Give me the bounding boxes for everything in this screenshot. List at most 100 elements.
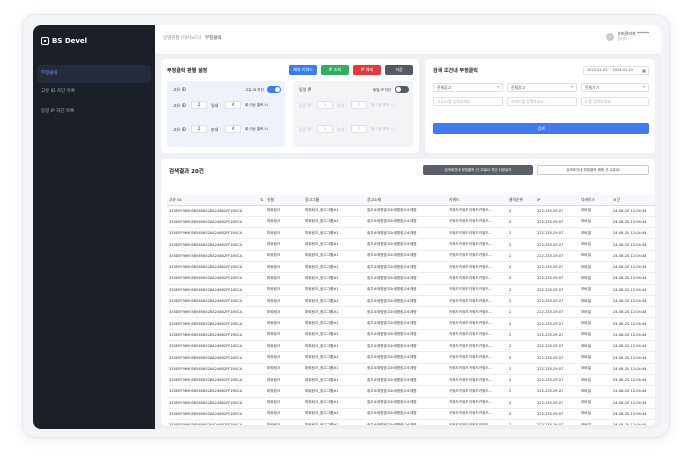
table-row[interactable]: 330EEF9890585656528A24682FF165CA파워링크파워링크… xyxy=(167,272,655,285)
table-cell: 파워링크 xyxy=(265,408,303,421)
logo[interactable]: BS Devel xyxy=(41,37,87,45)
table-cell: 키워드키워드키워드키워드... xyxy=(447,397,507,409)
table-row[interactable]: 330EEF9890585656528A24682FF165CA파워링크파워링크… xyxy=(167,306,655,319)
settings-title: 부정클릭 판별 설정 xyxy=(167,68,208,74)
table-row[interactable]: 330EEF9890585656528A24682FF165CA파워링크파워링크… xyxy=(167,227,655,240)
column-header[interactable]: 키워드 xyxy=(447,195,507,206)
sidebar-item-fraud-click[interactable]: 부정클릭 xyxy=(37,65,151,83)
bulk-block-download-button[interactable]: 검색조건내 부정클릭 선 고유ID 차단 다운로드 xyxy=(423,165,533,175)
table-row[interactable]: 330EEF9890585656528A24682FF165CA파워링크파워링크… xyxy=(167,385,655,398)
table-row[interactable]: 330EEF9890585656528A24682FF165CA파워링크파워링크… xyxy=(167,374,655,387)
device-select[interactable]: 전체기기 ▾ xyxy=(581,83,649,92)
table-cell: 24-08-20 12:04:44 xyxy=(611,261,655,274)
table-cell: 모바일 xyxy=(579,385,611,398)
ad-type-select[interactable]: 전체광고 ▾ xyxy=(433,83,503,92)
table-row[interactable]: 330EEF9890585656528A24682FF165CA파워링크파워링크… xyxy=(167,205,655,217)
same-ip-row2-times[interactable]: 4 xyxy=(351,125,367,133)
same-ip-row1-suffix: 회 이상 클릭 시 xyxy=(371,103,394,107)
table-cell: 파워링크_광고그룹#1 xyxy=(303,340,365,353)
chevron-down-icon: ▾ xyxy=(571,85,573,89)
table-row[interactable]: 330EEF9890585656528A24682FF165CA파워링크파워링크… xyxy=(167,216,655,229)
sidebar-item-same-ip-block[interactable]: 동일 IP 차단 목록 xyxy=(33,103,155,121)
search-button[interactable]: 검색 xyxy=(433,123,649,134)
column-header[interactable]: 시간 xyxy=(611,195,655,206)
search-title: 검색 조건내 부정클릭 xyxy=(433,68,478,74)
date-range-picker[interactable]: 2024-01-01 ~ 2024-01-10 ▦ xyxy=(583,66,649,75)
table-cell: 파워링크_광고그룹#1 xyxy=(303,272,365,285)
column-header[interactable]: 클릭순위 xyxy=(507,195,535,206)
column-header[interactable]: 고유 ID ⇅ xyxy=(167,195,265,206)
column-header[interactable]: IP xyxy=(535,195,579,206)
ip-input[interactable]: IP를 입력하세요. xyxy=(581,97,649,106)
table-cell: 222.235.29.07 xyxy=(535,397,579,409)
table-cell: 파워링크 xyxy=(265,227,303,240)
results-table: 고유 ID ⇅ 유형 광고그룹 광고소재 키워드 클릭순위 IP 디바이스 시간… xyxy=(167,195,655,425)
table-cell: 파워링크_광고그룹#1 xyxy=(303,419,365,425)
logo-icon xyxy=(41,37,49,45)
exclude-keyword-button[interactable]: 제외 키워드 xyxy=(289,65,317,75)
unique-id-row1-times[interactable]: 4 xyxy=(225,101,241,109)
table-row[interactable]: 330EEF9890585656528A24682FF165CA파워링크파워링크… xyxy=(167,295,655,308)
unique-id-row2-count[interactable]: 2 xyxy=(191,125,207,133)
table-cell: 파워링크_광고그룹#1 xyxy=(303,205,365,217)
table-row[interactable]: 330EEF9890585656528A24682FF165CA파워링크파워링크… xyxy=(167,419,655,425)
table-cell: 키워드키워드키워드키워드... xyxy=(447,238,507,251)
table-cell: 광고소재명광고소재명광고소재명 xyxy=(365,317,447,330)
unique-id-row2-times[interactable]: 4 xyxy=(225,125,241,133)
ip-release-button[interactable]: IP 해제 xyxy=(353,65,381,75)
table-cell: 330EEF9890585656528A24682FF165CA xyxy=(167,397,265,409)
table-cell: 파워링크 xyxy=(265,385,303,398)
sidebar-item-unique-id-block[interactable]: 고유 ID 차단 목록 xyxy=(33,83,155,101)
same-ip-row1-count[interactable]: 3 xyxy=(317,101,333,109)
bulk-release-button[interactable]: 검색조건내 부정클릭 해제 선 고유ID xyxy=(537,165,649,175)
table-cell: 24-08-20 12:04:44 xyxy=(611,250,655,262)
table-row[interactable]: 330EEF9890585656528A24682FF165CA파워링크파워링크… xyxy=(167,351,655,364)
unique-id-row1-count[interactable]: 2 xyxy=(191,101,207,109)
table-row[interactable]: 330EEF9890585656528A24682FF165CA파워링크파워링크… xyxy=(167,329,655,342)
keyword-input[interactable]: 키워드를 입력하세요. xyxy=(507,97,577,106)
table-row[interactable]: 330EEF9890585656528A24682FF165CA파워링크파워링크… xyxy=(167,408,655,421)
unique-id-toggle[interactable] xyxy=(267,86,281,93)
column-header[interactable]: 유형 xyxy=(265,195,303,206)
table-cell: 모바일 xyxy=(579,238,611,251)
table-cell: 광고소재명광고소재명광고소재명 xyxy=(365,385,447,398)
unique-id-input[interactable]: 고유ID를 입력하세요. xyxy=(433,97,503,106)
table-cell: 24-08-20 12:04:44 xyxy=(611,227,655,240)
table-row[interactable]: 330EEF9890585656528A24682FF165CA파워링크파워링크… xyxy=(167,340,655,353)
table-cell: 파워링크 xyxy=(265,329,303,342)
table-row[interactable]: 330EEF9890585656528A24682FF165CA파워링크파워링크… xyxy=(167,261,655,274)
table-row[interactable]: 330EEF9890585656528A24682FF165CA파워링크파워링크… xyxy=(167,238,655,251)
table-cell: 222.235.29.07 xyxy=(535,272,579,285)
table-cell: 파워링크 xyxy=(265,238,303,251)
table-cell: 파워링크_광고그룹#1 xyxy=(303,317,365,330)
table-row[interactable]: 330EEF9890585656528A24682FF165CA파워링크파워링크… xyxy=(167,284,655,296)
column-header[interactable]: 광고그룹 xyxy=(303,195,365,206)
table-cell: 광고소재명광고소재명광고소재명 xyxy=(365,408,447,421)
unique-id-toggle-label: 고유 ID 차단 xyxy=(245,88,264,92)
table-row[interactable]: 330EEF9890585656528A24682FF165CA파워링크파워링크… xyxy=(167,317,655,330)
table-row[interactable]: 330EEF9890585656528A24682FF165CA파워링크파워링크… xyxy=(167,250,655,262)
column-header[interactable]: 디바이스 xyxy=(579,195,611,206)
table-cell: 24-08-20 12:04:44 xyxy=(611,205,655,217)
table-cell: 24-08-20 12:04:44 xyxy=(611,284,655,296)
table-row[interactable]: 330EEF9890585656528A24682FF165CA파워링크파워링크… xyxy=(167,397,655,409)
ad-group-select[interactable]: 전체광고 ▾ xyxy=(507,83,577,92)
table-cell: 광고소재명광고소재명광고소재명 xyxy=(365,205,447,217)
same-ip-row1-times[interactable]: 4 xyxy=(351,101,367,109)
table-cell: 모바일 xyxy=(579,329,611,342)
table-row[interactable]: 330EEF9890585656528A24682FF165CA파워링크파워링크… xyxy=(167,363,655,375)
same-ip-toggle-label: 동일 IP 차단 xyxy=(373,88,392,92)
table-cell: 330EEF9890585656528A24682FF165CA xyxy=(167,374,265,387)
save-button[interactable]: 저장 xyxy=(385,65,413,75)
table-cell: 광고소재명광고소재명광고소재명 xyxy=(365,329,447,342)
table-cell: 키워드키워드키워드키워드... xyxy=(447,419,507,425)
search-card: 검색 조건내 부정클릭 2024-01-01 ~ 2024-01-10 ▦ 전체… xyxy=(425,59,655,153)
ip-lookup-button[interactable]: IP 조회 xyxy=(321,65,349,75)
column-header[interactable]: 광고소재 xyxy=(365,195,447,206)
breadcrumb-parent[interactable]: 일별현황 (대시보드) xyxy=(163,35,201,41)
user-menu[interactable]: 슈퍼관리자 ****** 관리자 xyxy=(606,31,649,42)
same-ip-toggle[interactable] xyxy=(395,86,409,93)
table-cell: 모바일 xyxy=(579,295,611,308)
same-ip-row2-count[interactable]: 3 xyxy=(317,125,333,133)
table-cell: 222.235.29.07 xyxy=(535,374,579,387)
